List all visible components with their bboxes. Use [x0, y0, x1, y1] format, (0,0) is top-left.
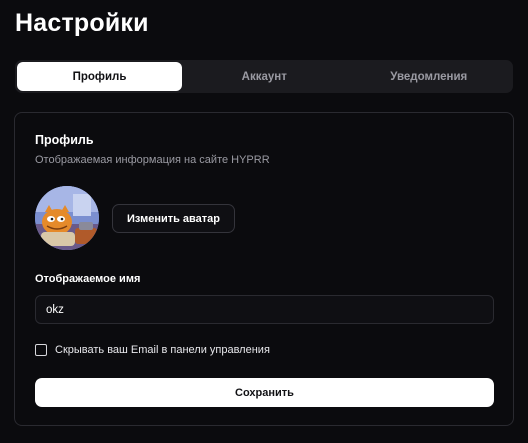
avatar-image [35, 186, 99, 250]
settings-page: Настройки Профиль Аккаунт Уведомления Пр… [0, 0, 528, 443]
tab-profile[interactable]: Профиль [17, 62, 182, 91]
settings-tabs: Профиль Аккаунт Уведомления [15, 60, 513, 93]
profile-section-title: Профиль [35, 133, 94, 147]
display-name-input[interactable] [35, 295, 494, 324]
change-avatar-button[interactable]: Изменить аватар [112, 204, 235, 233]
hide-email-checkbox[interactable] [35, 344, 47, 356]
page-title: Настройки [15, 9, 149, 37]
tab-notifications[interactable]: Уведомления [347, 62, 512, 91]
tab-account[interactable]: Аккаунт [182, 62, 347, 91]
display-name-label: Отображаемое имя [35, 273, 141, 285]
hide-email-row[interactable]: Скрывать ваш Email в панели управления [35, 344, 270, 356]
save-button[interactable]: Сохранить [35, 378, 494, 407]
profile-card: Профиль Отображаемая информация на сайте… [14, 112, 514, 426]
hide-email-label[interactable]: Скрывать ваш Email в панели управления [55, 344, 270, 356]
profile-section-subtitle: Отображаемая информация на сайте HYPRR [35, 154, 270, 166]
avatar [35, 186, 99, 250]
